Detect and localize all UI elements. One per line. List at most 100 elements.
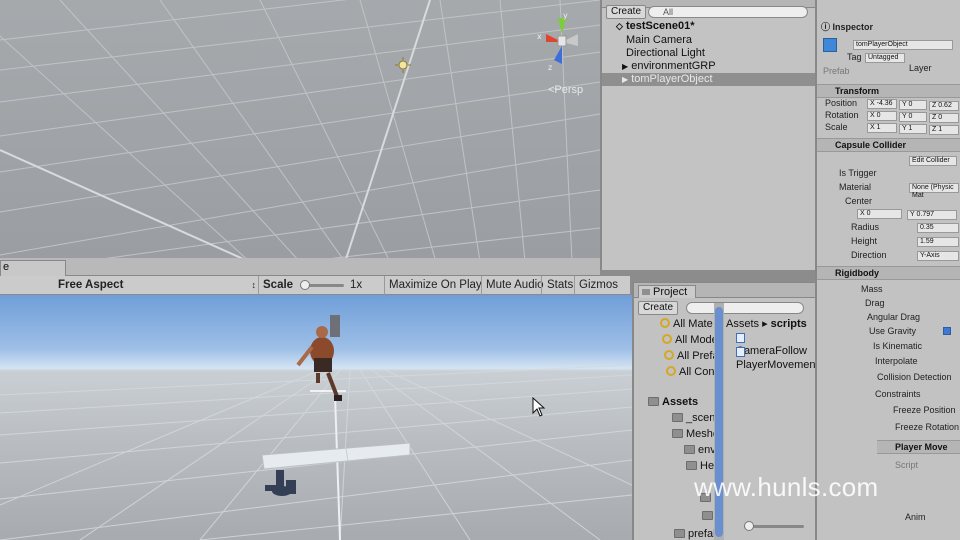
project-breadcrumb: Assets ▸ scripts bbox=[726, 317, 807, 330]
scale-y-field[interactable]: Y 1 bbox=[899, 124, 927, 134]
collision-detection-label: Collision Detection bbox=[877, 372, 952, 382]
hierarchy-item-environment[interactable]: ▶ environmentGRP bbox=[602, 60, 817, 73]
favorite-all-prefabs[interactable]: All Prefa bbox=[664, 349, 719, 363]
folder-icon bbox=[672, 429, 683, 438]
unity-scene-icon: ◇ bbox=[616, 21, 623, 31]
rotation-y-field[interactable]: Y 0 bbox=[899, 112, 927, 122]
svg-text:z: z bbox=[548, 63, 552, 72]
watermark: www.hunls.com bbox=[694, 472, 879, 502]
radius-field[interactable]: 0.35 bbox=[917, 223, 959, 233]
scene-grid bbox=[0, 0, 600, 262]
drag-label: Drag bbox=[865, 298, 885, 308]
rotation-label: Rotation bbox=[825, 110, 859, 120]
edit-collider-button[interactable]: Edit Collider bbox=[909, 156, 957, 166]
svg-text:y: y bbox=[563, 12, 568, 20]
icon-size-slider-thumb[interactable] bbox=[744, 521, 754, 531]
hierarchy-item-main-camera[interactable]: Main Camera bbox=[602, 34, 817, 47]
height-field[interactable]: 1.59 bbox=[917, 237, 959, 247]
mute-audio-toggle[interactable]: Mute Audio bbox=[486, 278, 544, 293]
folder-icon bbox=[674, 529, 685, 538]
favorite-all-models[interactable]: All Mode bbox=[662, 333, 718, 347]
inspector-panel: ⓘ Inspector tomPlayerObject Tag Untagged… bbox=[815, 0, 960, 540]
angular-drag-label: Angular Drag bbox=[867, 312, 921, 322]
object-name-field[interactable]: tomPlayerObject bbox=[853, 40, 953, 50]
hierarchy-panel: Create All ◇ testScene01* Main Camera Di… bbox=[600, 0, 817, 270]
freeze-rotation-label: Freeze Rotation bbox=[895, 422, 960, 432]
use-gravity-checkbox[interactable] bbox=[943, 327, 951, 335]
aspect-label: Free Aspect bbox=[58, 279, 124, 291]
capsule-collider-header[interactable]: Capsule Collider bbox=[817, 138, 960, 152]
material-field[interactable]: None (Physic Mat bbox=[909, 183, 959, 199]
directional-light-icon[interactable] bbox=[395, 57, 411, 73]
hierarchy-scene-root[interactable]: ◇ testScene01* bbox=[602, 20, 817, 33]
hierarchy-item-player[interactable]: ▶ tomPlayerObject bbox=[602, 73, 817, 86]
stats-toggle[interactable]: Stats bbox=[547, 278, 573, 293]
scale-slider[interactable] bbox=[300, 280, 344, 290]
use-gravity-label: Use Gravity bbox=[869, 326, 917, 336]
height-label: Height bbox=[851, 236, 878, 246]
layer-label: Layer bbox=[909, 63, 932, 73]
svg-text:x: x bbox=[537, 32, 542, 41]
scene-gizmo[interactable]: y x z bbox=[532, 12, 592, 80]
folder-assets[interactable]: Assets bbox=[648, 395, 698, 409]
direction-dropdown[interactable]: Y-Axis bbox=[917, 251, 959, 261]
breadcrumb-scripts[interactable]: scripts bbox=[771, 318, 807, 330]
position-z-field[interactable]: Z 0.62 bbox=[929, 101, 959, 111]
project-tree-scrollbar[interactable] bbox=[714, 303, 724, 540]
prefab-label: Prefab bbox=[823, 66, 850, 76]
project-search-input[interactable] bbox=[686, 302, 804, 314]
rotation-z-field[interactable]: Z 0 bbox=[929, 113, 959, 123]
folder-icon bbox=[686, 461, 697, 470]
favorite-all-materials[interactable]: All Mate bbox=[660, 317, 713, 331]
icon-size-slider[interactable] bbox=[744, 521, 804, 531]
hierarchy-create-button[interactable]: Create bbox=[606, 5, 647, 19]
tag-dropdown[interactable]: Untagged bbox=[865, 53, 905, 63]
position-y-field[interactable]: Y 0 bbox=[899, 100, 927, 110]
center-label: Center bbox=[845, 196, 873, 206]
y-axis-cone bbox=[558, 18, 566, 34]
scale-label: Scale bbox=[825, 122, 848, 132]
cube-icon bbox=[823, 38, 837, 52]
position-x-field[interactable]: X -4.36 bbox=[867, 99, 897, 109]
player-movement-header[interactable]: Player Move bbox=[877, 440, 960, 454]
search-icon bbox=[660, 318, 670, 328]
tag-label: Tag bbox=[847, 52, 862, 62]
maximize-on-play-toggle[interactable]: Maximize On Play bbox=[389, 278, 482, 293]
projection-label[interactable]: <Persp bbox=[548, 84, 583, 96]
rotation-x-field[interactable]: X 0 bbox=[867, 111, 897, 121]
tab-project[interactable]: Project bbox=[638, 285, 697, 298]
hierarchy-search-input[interactable]: All bbox=[648, 6, 808, 18]
scale-x-field[interactable]: X 1 bbox=[867, 123, 897, 133]
transform-header[interactable]: Transform bbox=[817, 84, 960, 98]
project-create-button[interactable]: Create bbox=[638, 301, 679, 315]
csharp-script-icon bbox=[736, 347, 745, 357]
search-icon bbox=[666, 366, 676, 376]
scale-slider-thumb[interactable] bbox=[300, 280, 310, 290]
gizmos-dropdown[interactable]: Gizmos bbox=[579, 278, 618, 293]
constraints-label: Constraints bbox=[875, 389, 921, 399]
direction-label: Direction bbox=[851, 250, 887, 260]
center-x-field[interactable]: X 0 bbox=[857, 209, 902, 219]
search-icon bbox=[664, 350, 674, 360]
tab-game[interactable]: e bbox=[0, 260, 66, 276]
file-player-movement[interactable]: PlayerMovement bbox=[736, 347, 815, 371]
inspector-title: ⓘ Inspector bbox=[821, 22, 874, 32]
scale-z-field[interactable]: Z 1 bbox=[929, 125, 959, 135]
aspect-dropdown[interactable]: Free Aspect ↕ bbox=[58, 278, 258, 293]
breadcrumb-assets[interactable]: Assets bbox=[726, 318, 759, 330]
player-character bbox=[296, 315, 346, 401]
center-y-field[interactable]: Y 0.797 bbox=[907, 210, 957, 220]
game-toolbar: Free Aspect ↕ Scale 1x Maximize On Play … bbox=[0, 276, 630, 295]
project-folder-icon bbox=[642, 289, 650, 295]
expand-arrow-icon[interactable]: ▶ bbox=[622, 62, 628, 71]
rigidbody-header[interactable]: Rigidbody bbox=[817, 266, 960, 280]
folder-icon bbox=[648, 397, 659, 406]
info-icon: ⓘ bbox=[821, 22, 831, 32]
expand-arrow-icon[interactable]: ▶ bbox=[622, 75, 628, 84]
hierarchy-item-directional-light[interactable]: Directional Light bbox=[602, 47, 817, 60]
favorite-all-configs[interactable]: All Confi bbox=[666, 365, 720, 379]
scene-view[interactable]: y x z <Persp bbox=[0, 0, 600, 262]
position-label: Position bbox=[825, 98, 858, 108]
scale-label: Scale bbox=[263, 279, 294, 291]
freeze-position-label: Freeze Position bbox=[893, 405, 956, 415]
